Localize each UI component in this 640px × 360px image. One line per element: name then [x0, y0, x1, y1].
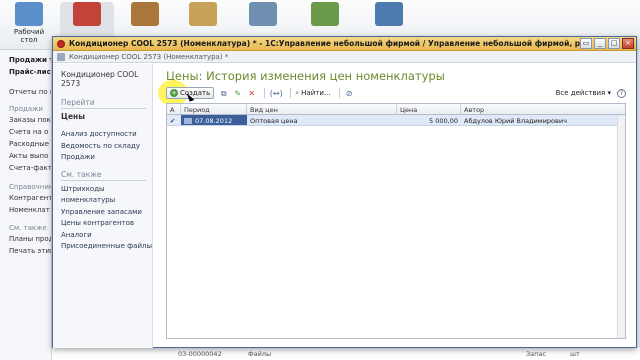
- nav-item-title[interactable]: Кондиционер COOL 2573: [61, 70, 152, 88]
- desktop-icon: [15, 2, 43, 26]
- edit-icon[interactable]: ✎: [232, 88, 243, 99]
- bg-link[interactable]: Заказы пок: [9, 116, 51, 124]
- cell-period: 07.08.2012: [181, 115, 247, 125]
- nav-link-availability[interactable]: Анализ доступности: [61, 129, 152, 141]
- window-subbar: Кондиционер COOL 2573 (Номенклатура) *: [53, 51, 636, 63]
- vertical-scrollbar[interactable]: [617, 116, 625, 338]
- nav-link-stock-management[interactable]: Управление запасами: [61, 207, 152, 219]
- window-titlebar[interactable]: Кондиционер COOL 2573 (Номенклатура) * -…: [53, 37, 636, 51]
- cancel-search-icon[interactable]: ⊘: [344, 88, 355, 99]
- bg-link[interactable]: Контрагент: [9, 194, 51, 202]
- find-button-label: Найти...: [301, 89, 331, 97]
- active-check-icon: ✔: [170, 117, 176, 125]
- boxes-icon: [131, 2, 159, 26]
- bg-link[interactable]: Счета на о: [9, 128, 48, 136]
- chart-icon: [311, 2, 339, 26]
- cell-price: 5 000,00: [429, 117, 458, 125]
- minimize-button[interactable]: _: [594, 38, 606, 49]
- toolbar-separator: [290, 88, 292, 98]
- page-title: Цены: История изменения цен номенклатуры: [166, 69, 445, 83]
- cell-price-type: Оптовая цена: [250, 117, 298, 125]
- bg-row-code: 03-00000042: [178, 350, 222, 358]
- bg-group-header: Продажи: [9, 105, 43, 113]
- cash-register-icon: [73, 2, 101, 26]
- nav-link-attached-files[interactable]: Присоединенные файлы: [61, 241, 152, 253]
- create-button-label: Создать: [180, 89, 211, 97]
- factory-icon: [249, 2, 277, 26]
- bg-link[interactable]: Печать этик: [9, 247, 51, 255]
- section-desktop[interactable]: Рабочий стол: [2, 2, 56, 48]
- bg-list-row[interactable]: 03-00000042 Файлы Запас шт: [52, 346, 640, 360]
- bg-link[interactable]: Расходные: [9, 140, 49, 148]
- bg-link[interactable]: Счета-факт: [9, 164, 51, 172]
- maximize-button[interactable]: □: [608, 38, 620, 49]
- bg-row-kind: Запас: [526, 350, 546, 358]
- window-title: Кондиционер COOL 2573 (Номенклатура) * -…: [69, 39, 580, 48]
- bg-link[interactable]: Планы прод: [9, 235, 51, 243]
- bg-link[interactable]: Номенклат: [9, 206, 50, 214]
- nav-see-also-header: См. также: [61, 170, 146, 181]
- nav-link-counterparty-prices[interactable]: Цены контрагентов: [61, 218, 152, 230]
- help-icon[interactable]: ?: [617, 88, 626, 98]
- search-icon: ⌕: [295, 88, 300, 97]
- find-button[interactable]: ⌕ Найти...: [295, 89, 330, 98]
- main-content: Цены: История изменения цен номенклатуры…: [154, 64, 636, 347]
- bg-link[interactable]: Прайс-лист: [9, 68, 51, 76]
- item-window: Кондиционер COOL 2573 (Номенклатура) * -…: [52, 36, 637, 348]
- section-label: Рабочий стол: [13, 28, 45, 44]
- nav-link-sales[interactable]: Продажи: [61, 152, 152, 164]
- computer-icon: [375, 2, 403, 26]
- cell-period-value: 07.08.2012: [195, 117, 233, 125]
- column-header-active[interactable]: А: [167, 104, 181, 114]
- copy-icon[interactable]: ⧉: [218, 88, 229, 99]
- nav-link-barcodes[interactable]: Штрихкоды номенклатуры: [61, 184, 152, 207]
- record-icon: [184, 118, 192, 124]
- table-row[interactable]: ✔ 07.08.2012 Оптовая цена 5 000,00 Абдул…: [167, 115, 625, 126]
- delete-icon[interactable]: ✕: [246, 88, 257, 99]
- column-header-price[interactable]: Цена: [397, 104, 461, 114]
- bg-link[interactable]: Акты выпо: [9, 152, 48, 160]
- app-logo-icon: [57, 39, 65, 48]
- period-icon[interactable]: (↔): [269, 88, 283, 99]
- toolbar-separator: [338, 88, 340, 98]
- nav-link-analogs[interactable]: Аналоги: [61, 230, 152, 242]
- nav-link-warehouse[interactable]: Ведомость по складу: [61, 141, 152, 153]
- sysmenu-button[interactable]: ▭: [580, 38, 592, 49]
- navigation-panel: Кондиционер COOL 2573 Перейти Цены Анали…: [53, 64, 153, 348]
- column-header-price-type[interactable]: Вид цен: [247, 104, 397, 114]
- all-actions-menu[interactable]: Все действия ▾: [556, 89, 611, 97]
- bg-link[interactable]: Отчеты по пр: [9, 88, 51, 96]
- cell-author: Абдулов Юрий Владимирович: [464, 117, 567, 125]
- list-toolbar: + Создать ⧉ ✎ ✕ (↔) ⌕ Найти... ⊘ Все дей…: [158, 80, 626, 106]
- nav-current-prices[interactable]: Цены: [61, 112, 152, 121]
- prices-table: А Период Вид цен Цена Автор ✔ 07.08.2012…: [166, 103, 626, 339]
- bg-group-header: Справочник: [9, 183, 52, 191]
- column-header-author[interactable]: Автор: [461, 104, 625, 114]
- bg-left-panel: Продажи то Прайс-лист Отчеты по пр Прода…: [0, 50, 52, 360]
- nav-goto-header: Перейти: [61, 98, 146, 109]
- column-header-period[interactable]: Период: [181, 104, 247, 114]
- bg-link[interactable]: Продажи то: [9, 56, 51, 64]
- close-button[interactable]: ×: [622, 38, 634, 49]
- toolbar-separator: [264, 88, 266, 98]
- bg-row-name: Файлы: [248, 350, 272, 358]
- bg-group-header: См. также: [9, 224, 47, 232]
- box-icon: [189, 2, 217, 26]
- document-icon: [57, 52, 65, 61]
- table-header: А Период Вид цен Цена Автор: [167, 104, 625, 115]
- window-subtitle: Кондиционер COOL 2573 (Номенклатура) *: [69, 52, 229, 61]
- add-icon: +: [170, 89, 178, 97]
- bg-row-unit: шт: [570, 350, 580, 358]
